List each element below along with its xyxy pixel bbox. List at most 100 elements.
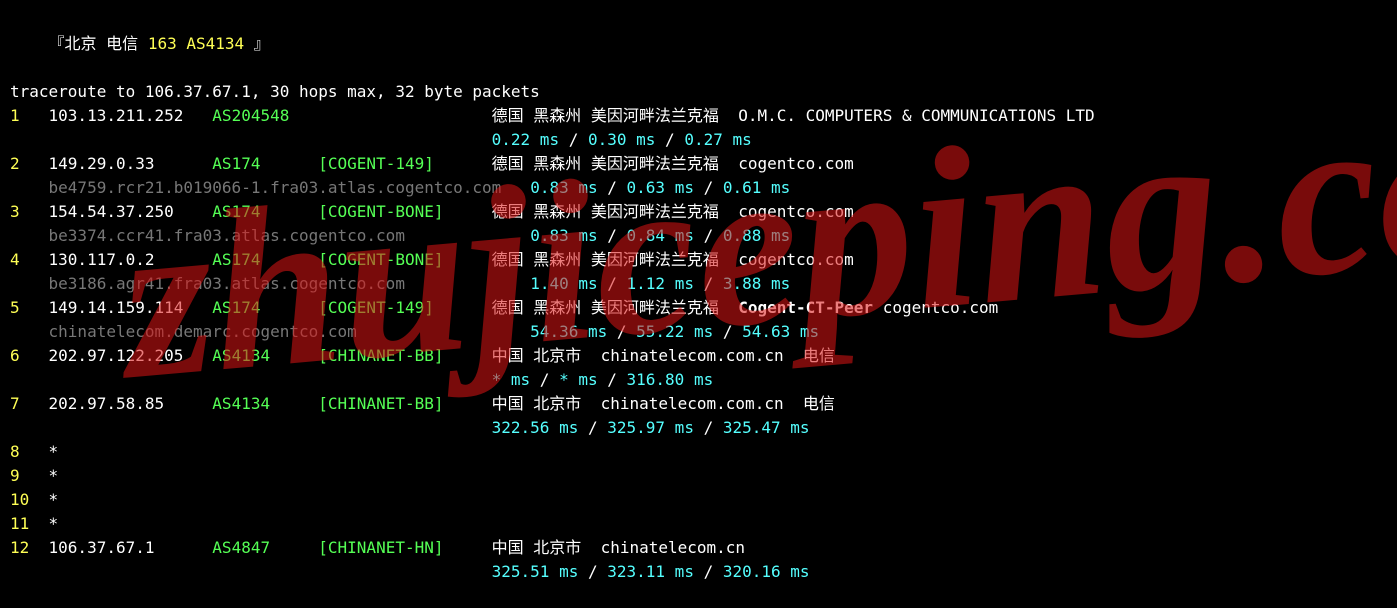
hop-row: 6 202.97.122.205 AS4134 [CHINANET-BB] 中国… <box>10 344 1387 368</box>
hop-ip: * <box>49 442 213 461</box>
hop-rtt: 54.36 ms <box>530 322 607 341</box>
hop-detail-row: be3374.ccr41.fra03.atlas.cogentco.com 0.… <box>10 224 1387 248</box>
hop-number: 5 <box>10 298 49 317</box>
rtt-separator: / <box>694 178 723 197</box>
hop-number: 4 <box>10 250 49 269</box>
hop-org: chinatelecom.com.cn 电信 <box>601 394 835 413</box>
hop-ip: 202.97.58.85 <box>49 394 213 413</box>
hop-number: 9 <box>10 466 49 485</box>
rtt-separator: / <box>694 274 723 293</box>
hop-detail-row: 325.51 ms / 323.11 ms / 320.16 ms <box>10 560 1387 584</box>
hop-rtt: 316.80 ms <box>627 370 714 389</box>
hop-location: 中国 北京市 <box>492 538 601 557</box>
hop-number: 2 <box>10 154 49 173</box>
hop-list: 1 103.13.211.252 AS204548 德国 黑森州 美因河畔法兰克… <box>10 104 1387 584</box>
hop-net-tag: [COGENT-149] <box>318 154 491 173</box>
hop-location: 德国 黑森州 美因河畔法兰克福 <box>492 298 739 317</box>
hop-net-tag: [COGENT-BONE] <box>318 202 491 221</box>
hop-number: 1 <box>10 106 49 125</box>
hop-rdns: be4759.rcr21.b019066-1.fra03.atlas.cogen… <box>49 178 502 197</box>
rtt-separator: / <box>607 322 636 341</box>
hop-rtt: 325.51 ms <box>492 562 579 581</box>
hop-rtt: 0.63 ms <box>627 178 694 197</box>
hop-row: 8 * <box>10 440 1387 464</box>
hop-net-tag: [COGENT-149] <box>318 298 491 317</box>
hop-number: 12 <box>10 538 49 557</box>
hop-rtt: 323.11 ms <box>607 562 694 581</box>
hop-row: 11 * <box>10 512 1387 536</box>
hop-net-tag: [COGENT-BONE] <box>318 250 491 269</box>
hop-asn: AS174 <box>212 250 318 269</box>
rtt-separator: / <box>578 418 607 437</box>
hop-number: 6 <box>10 346 49 365</box>
rtt-separator: / <box>578 562 607 581</box>
rtt-separator: / <box>655 130 684 149</box>
hop-detail-row: be3186.agr41.fra03.atlas.cogentco.com 1.… <box>10 272 1387 296</box>
hop-detail-row: be4759.rcr21.b019066-1.fra03.atlas.cogen… <box>10 176 1387 200</box>
hop-row: 2 149.29.0.33 AS174 [COGENT-149] 德国 黑森州 … <box>10 152 1387 176</box>
hop-rtt: 0.83 ms <box>530 226 597 245</box>
hop-org: cogentco.com <box>738 202 854 221</box>
hop-rtt: 0.61 ms <box>723 178 790 197</box>
hop-number: 8 <box>10 442 49 461</box>
hop-rtt: 54.63 ms <box>742 322 819 341</box>
hop-rtt: * ms <box>492 370 531 389</box>
hop-row: 10 * <box>10 488 1387 512</box>
hop-org: cogentco.com <box>738 250 854 269</box>
hop-asn: AS174 <box>212 154 318 173</box>
hop-ip: 202.97.122.205 <box>49 346 213 365</box>
hop-location: 中国 北京市 <box>492 346 601 365</box>
hop-ip: 149.14.159.114 <box>49 298 213 317</box>
hop-asn: AS204548 <box>212 106 318 125</box>
hop-ip: 106.37.67.1 <box>49 538 213 557</box>
hop-rtt: 322.56 ms <box>492 418 579 437</box>
title-asn: 163 AS4134 <box>148 34 244 53</box>
hop-location: 德国 黑森州 美因河畔法兰克福 <box>492 154 739 173</box>
hop-detail-row: chinatelecom.demarc.cogentco.com 54.36 m… <box>10 320 1387 344</box>
hop-rtt: * ms <box>559 370 598 389</box>
hop-ip: * <box>49 490 213 509</box>
hop-row: 5 149.14.159.114 AS174 [COGENT-149] 德国 黑… <box>10 296 1387 320</box>
hop-asn: AS174 <box>212 202 318 221</box>
hop-rtt: 320.16 ms <box>723 562 810 581</box>
hop-ip: 149.29.0.33 <box>49 154 213 173</box>
hop-org: chinatelecom.com.cn 电信 <box>601 346 835 365</box>
hop-number: 10 <box>10 490 49 509</box>
rtt-separator: / <box>598 274 627 293</box>
hop-rtt: 0.88 ms <box>723 226 790 245</box>
hop-ip: 154.54.37.250 <box>49 202 213 221</box>
hop-org-tag: Cogent-CT-Peer <box>738 298 883 317</box>
hop-row: 9 * <box>10 464 1387 488</box>
hop-location: 中国 北京市 <box>492 394 601 413</box>
hop-asn: AS4134 <box>212 346 318 365</box>
hop-rtt: 55.22 ms <box>636 322 713 341</box>
rtt-separator: / <box>694 226 723 245</box>
hop-rtt: 325.47 ms <box>723 418 810 437</box>
hop-row: 1 103.13.211.252 AS204548 德国 黑森州 美因河畔法兰克… <box>10 104 1387 128</box>
rtt-separator: / <box>598 370 627 389</box>
hop-net-tag: [CHINANET-BB] <box>318 394 491 413</box>
rtt-separator: / <box>713 322 742 341</box>
route-title: 『北京 电信 163 AS4134 』 <box>10 8 1387 80</box>
hop-org: cogentco.com <box>738 154 854 173</box>
hop-rtt: 0.84 ms <box>627 226 694 245</box>
title-suffix: 』 <box>244 34 270 53</box>
rtt-separator: / <box>598 178 627 197</box>
hop-rtt: 0.30 ms <box>588 130 655 149</box>
hop-detail-row: * ms / * ms / 316.80 ms <box>10 368 1387 392</box>
hop-detail-row: 0.22 ms / 0.30 ms / 0.27 ms <box>10 128 1387 152</box>
rtt-separator: / <box>598 226 627 245</box>
hop-rtt: 0.22 ms <box>492 130 559 149</box>
hop-ip: * <box>49 514 213 533</box>
hop-row: 3 154.54.37.250 AS174 [COGENT-BONE] 德国 黑… <box>10 200 1387 224</box>
hop-org: cogentco.com <box>883 298 999 317</box>
rtt-separator: / <box>694 562 723 581</box>
hop-row: 7 202.97.58.85 AS4134 [CHINANET-BB] 中国 北… <box>10 392 1387 416</box>
hop-rtt: 0.83 ms <box>530 178 597 197</box>
hop-asn: AS4134 <box>212 394 318 413</box>
hop-location: 德国 黑森州 美因河畔法兰克福 <box>492 250 739 269</box>
hop-net-tag: [CHINANET-BB] <box>318 346 491 365</box>
hop-number: 3 <box>10 202 49 221</box>
hop-detail-row: 322.56 ms / 325.97 ms / 325.47 ms <box>10 416 1387 440</box>
hop-net-tag: [CHINANET-HN] <box>318 538 491 557</box>
